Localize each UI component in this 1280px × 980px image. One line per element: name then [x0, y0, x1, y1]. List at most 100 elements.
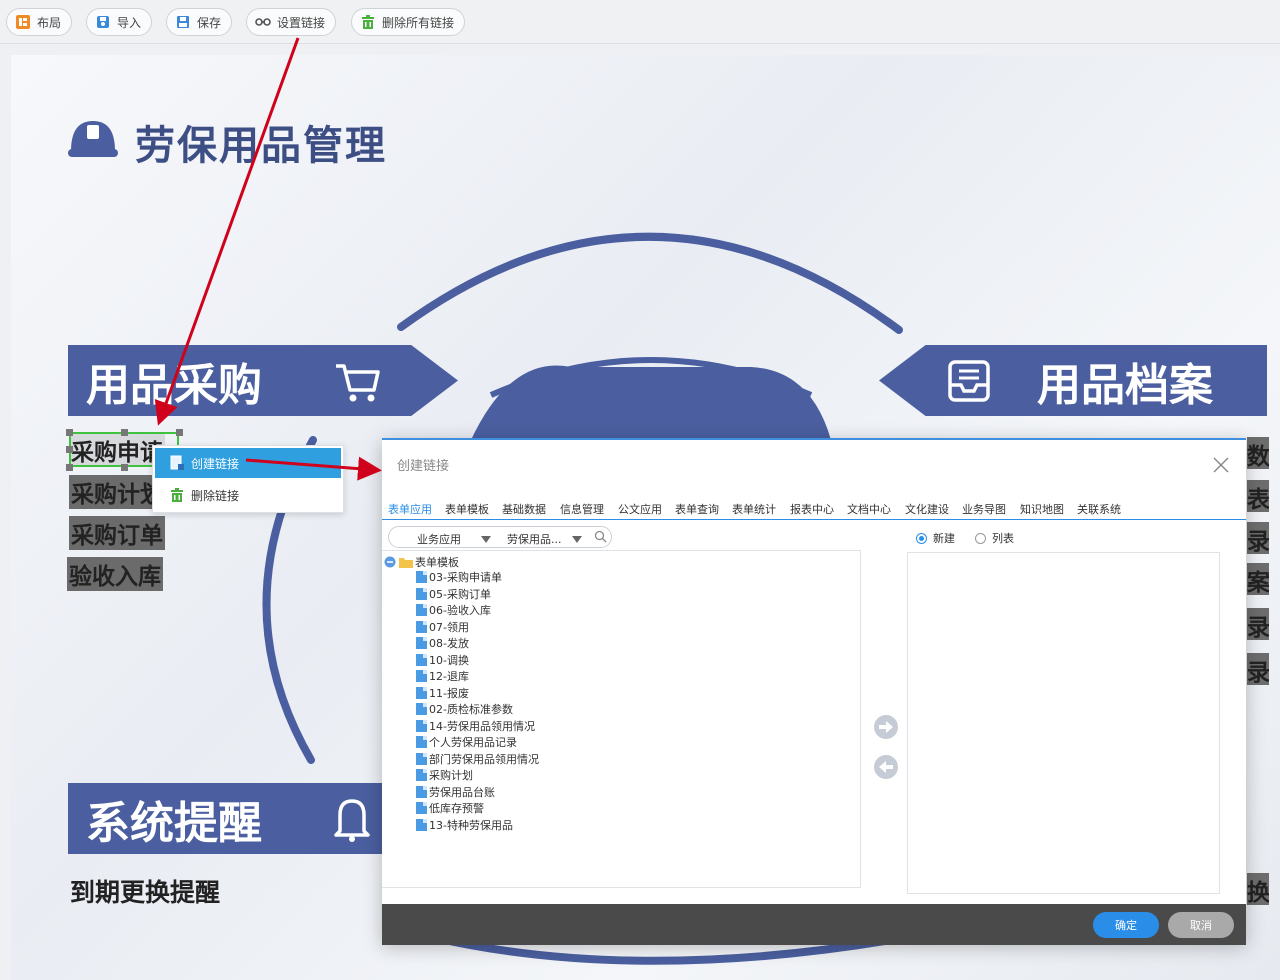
resize-handle[interactable] — [121, 429, 128, 436]
tree-item-label: 13-特种劳保用品 — [429, 818, 513, 832]
tab-culture[interactable]: 文化建设 — [905, 501, 949, 517]
arrow-right-icon — [879, 721, 893, 733]
confirm-button[interactable]: 确定 — [1093, 912, 1159, 938]
create-link-menu-item[interactable]: 创建链接 — [155, 448, 341, 478]
collapse-icon[interactable] — [384, 556, 396, 568]
create-link-dialog: 创建链接 表单应用 表单模板 基础数据 信息管理 公文应用 表单查询 表单统计 … — [382, 438, 1246, 945]
purchase-order-link[interactable]: 采购订单 — [69, 516, 165, 550]
bell-icon — [332, 795, 372, 843]
radio-list[interactable] — [975, 532, 986, 544]
tree-item[interactable]: 劳保用品台账 — [416, 784, 495, 800]
tab-report-center[interactable]: 报表中心 — [790, 501, 834, 517]
mode-radio-group: 新建 列表 — [916, 530, 1014, 546]
dialog-title: 创建链接 — [397, 459, 450, 474]
reminder-banner-label: 系统提醒 — [86, 797, 262, 849]
delete-link-menu-item[interactable]: 删除链接 — [155, 480, 341, 510]
tree-item[interactable]: 10-调换 — [416, 652, 469, 668]
tree-item-label: 劳保用品台账 — [429, 785, 495, 799]
archive-banner-label: 用品档案 — [1037, 359, 1213, 411]
tab-document-center[interactable]: 文档中心 — [847, 501, 891, 517]
chevron-down-icon[interactable] — [572, 533, 582, 546]
selected-target-panel[interactable] — [907, 552, 1220, 894]
tree-item[interactable]: 个人劳保用品记录 — [416, 734, 517, 750]
inbox-icon — [947, 359, 991, 403]
filter-bar: 业务应用 劳保用品... — [388, 526, 612, 548]
chevron-down-icon[interactable] — [481, 533, 491, 546]
import-button[interactable]: 导入 — [86, 8, 153, 36]
layout-button[interactable]: 布局 — [6, 8, 73, 36]
tree-item[interactable]: 08-发放 — [416, 635, 469, 651]
reminder-banner: 系统提醒 — [68, 783, 408, 854]
tab-form-query[interactable]: 表单查询 — [675, 501, 719, 517]
purchase-banner: 用品采购 — [68, 345, 458, 416]
form-document-icon — [416, 686, 427, 699]
form-document-icon — [416, 620, 427, 633]
helmet-icon — [67, 115, 119, 165]
acceptance-storage-link[interactable]: 验收入库 — [67, 557, 163, 591]
form-document-icon — [416, 703, 427, 715]
expiry-reminder-link[interactable]: 到期更换提醒 — [70, 873, 220, 909]
tab-business-map[interactable]: 业务导图 — [962, 501, 1006, 517]
tree-item-label: 个人劳保用品记录 — [429, 736, 517, 749]
archive-link-fragment[interactable]: 数 — [1247, 437, 1269, 469]
tree-item[interactable]: 13-特种劳保用品 — [416, 817, 513, 833]
resize-handle[interactable] — [66, 464, 73, 471]
app-select[interactable]: 劳保用品... — [507, 531, 562, 547]
import-icon — [95, 14, 111, 30]
tab-form-app[interactable]: 表单应用 — [388, 501, 432, 517]
archive-link-fragment[interactable]: 案 — [1247, 563, 1269, 595]
search-icon[interactable] — [594, 530, 607, 546]
archive-link-fragment[interactable]: 录 — [1247, 653, 1269, 685]
tree-root[interactable]: 表单模板 — [384, 554, 459, 570]
tree-item[interactable]: 03-采购申请单 — [416, 569, 502, 585]
tree-item[interactable]: 14-劳保用品领用情况 — [416, 718, 535, 734]
tree-item-label: 10-调换 — [429, 653, 469, 667]
tab-knowledge-map[interactable]: 知识地图 — [1020, 501, 1064, 517]
tree-item[interactable]: 07-领用 — [416, 619, 469, 635]
tree-item-label: 部门劳保用品领用情况 — [429, 752, 539, 766]
delete-all-links-button[interactable]: 删除所有链接 — [351, 8, 466, 36]
set-link-button[interactable]: 设置链接 — [246, 8, 337, 36]
tree-item[interactable]: 11-报废 — [416, 685, 469, 701]
create-link-label: 创建链接 — [191, 456, 240, 471]
form-document-icon — [416, 785, 427, 798]
purchase-plan-link[interactable]: 采购计划 — [69, 475, 165, 509]
resize-handle[interactable] — [66, 446, 73, 453]
tab-related-system[interactable]: 关联系统 — [1077, 501, 1121, 517]
tree-item-label: 06-验收入库 — [429, 604, 491, 617]
resize-handle[interactable] — [121, 464, 128, 471]
archive-link-fragment[interactable]: 录 — [1247, 522, 1269, 554]
tree-item-label: 12-退库 — [429, 670, 469, 683]
trash-icon — [169, 487, 185, 503]
tree-item[interactable]: 12-退库 — [416, 668, 469, 684]
tree-item[interactable]: 低库存预警 — [416, 800, 484, 816]
tab-document-app[interactable]: 公文应用 — [618, 501, 662, 517]
close-icon[interactable] — [1212, 456, 1230, 474]
resize-handle[interactable] — [66, 429, 73, 436]
tab-form-statistics[interactable]: 表单统计 — [732, 501, 776, 517]
tab-info-management[interactable]: 信息管理 — [560, 501, 604, 517]
form-document-icon — [416, 587, 427, 600]
tree-item[interactable]: 05-采购订单 — [416, 586, 491, 602]
move-right-button[interactable] — [874, 715, 898, 739]
form-document-icon — [416, 818, 427, 831]
reminder-link-fragment[interactable]: 换 — [1247, 873, 1269, 905]
tree-item[interactable]: 部门劳保用品领用情况 — [416, 751, 539, 767]
page-title: 劳保用品管理 — [135, 123, 387, 169]
archive-link-fragment[interactable]: 表 — [1247, 480, 1269, 512]
cancel-button[interactable]: 取消 — [1168, 912, 1234, 938]
form-document-icon — [416, 719, 427, 732]
category-select[interactable]: 业务应用 — [417, 531, 461, 547]
save-button[interactable]: 保存 — [166, 8, 233, 36]
resize-handle[interactable] — [176, 429, 183, 436]
tree-item[interactable]: 06-验收入库 — [416, 602, 491, 618]
tree-item[interactable]: 采购计划 — [416, 767, 473, 783]
tab-form-template[interactable]: 表单模板 — [445, 501, 489, 517]
tab-base-data[interactable]: 基础数据 — [502, 501, 546, 517]
tree-item[interactable]: 02-质检标准参数 — [416, 701, 513, 717]
move-left-button[interactable] — [874, 755, 898, 779]
archive-link-fragment[interactable]: 录 — [1247, 608, 1269, 640]
form-document-icon — [416, 769, 427, 781]
radio-new[interactable] — [916, 532, 927, 544]
delete-all-links-label: 删除所有链接 — [382, 15, 455, 30]
